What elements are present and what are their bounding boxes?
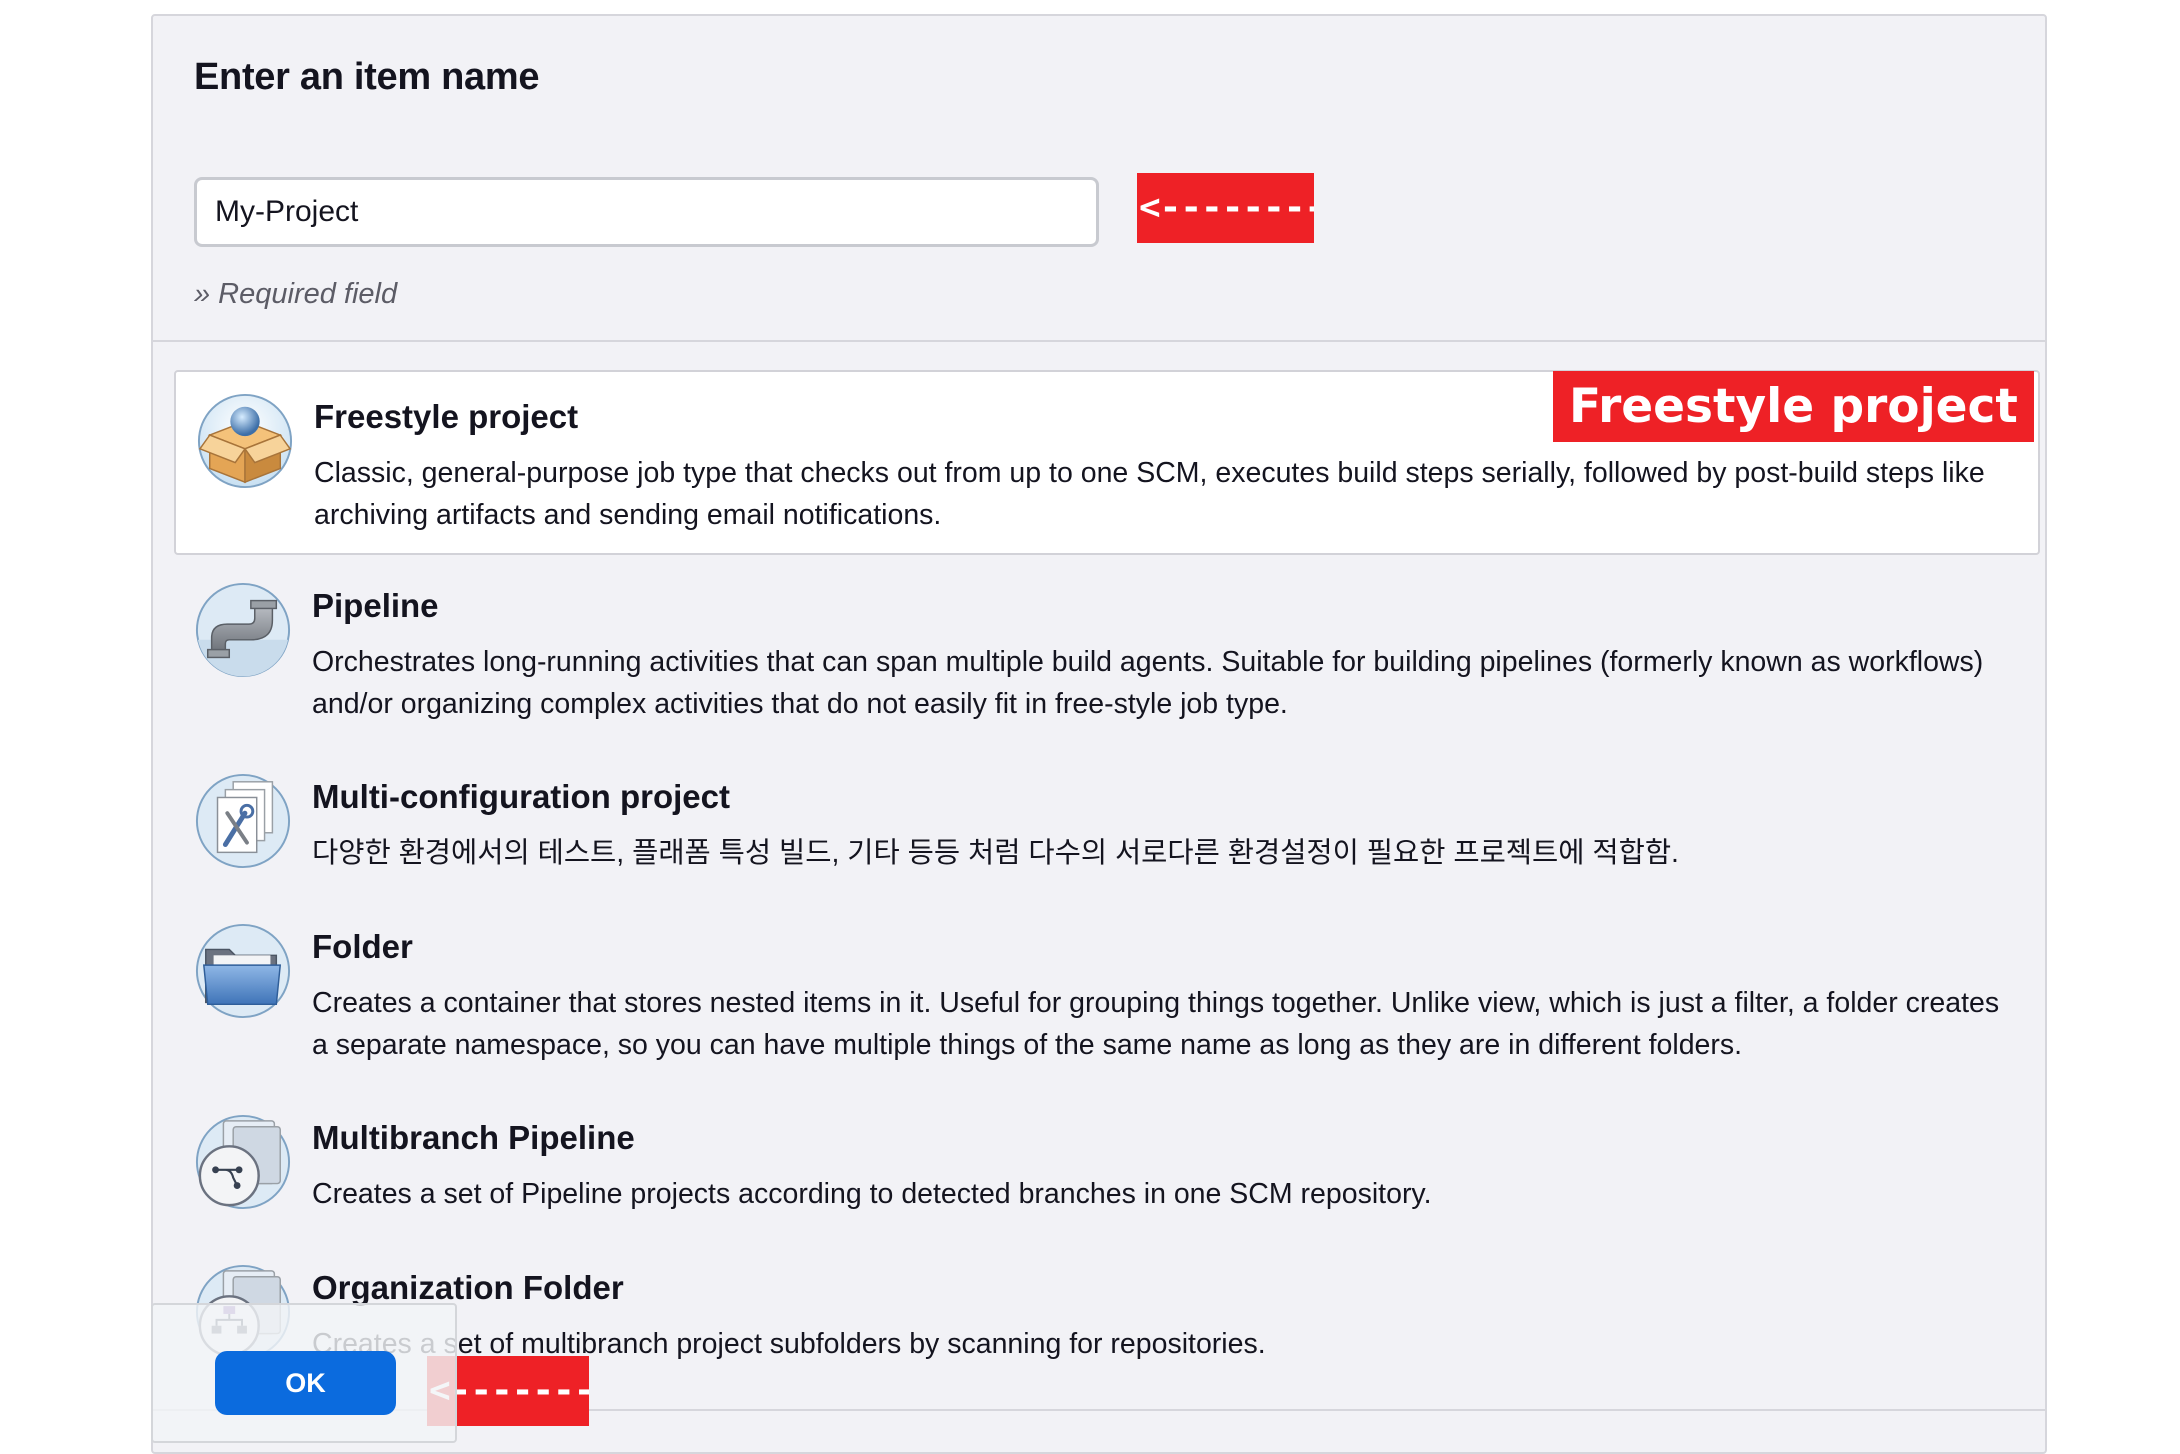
item-type-description: Orchestrates long-running activities tha…	[312, 646, 1984, 720]
item-name-annotation-arrow: <--------	[1137, 173, 1314, 243]
item-name-input[interactable]	[194, 177, 1099, 247]
pipe-icon	[195, 582, 291, 678]
multi-config-tools-icon	[195, 773, 291, 869]
branch-icon	[195, 1114, 291, 1210]
item-type-pipeline[interactable]: Pipeline Orchestrates long-running activ…	[174, 561, 2040, 746]
item-name-section: Enter an item name » Required field	[153, 16, 2045, 342]
item-type-description: Classic, general-purpose job type that c…	[314, 457, 1985, 531]
item-type-description: Creates a set of Pipeline projects accor…	[312, 1178, 1432, 1210]
required-field-hint: » Required field	[194, 278, 398, 310]
item-type-multi-configuration[interactable]: Multi-configuration project 다양한 환경에서의 테스…	[174, 752, 2040, 902]
folder-icon	[195, 923, 291, 1019]
freestyle-box-icon	[197, 393, 293, 489]
item-type-multibranch-pipeline[interactable]: Multibranch Pipeline Creates a set of Pi…	[174, 1093, 2040, 1243]
item-type-title: Folder	[312, 928, 413, 965]
selected-type-annotation-badge: Freestyle project	[1553, 371, 2034, 442]
item-type-description: Creates a container that stores nested i…	[312, 987, 2000, 1061]
page-title: Enter an item name	[194, 56, 540, 98]
new-item-form: Enter an item name » Required field	[151, 14, 2047, 1454]
item-type-title: Freestyle project	[314, 398, 579, 435]
item-type-folder[interactable]: Folder Creates a container that stores n…	[174, 902, 2040, 1087]
ok-button[interactable]: OK	[215, 1351, 396, 1415]
item-type-title: Pipeline	[312, 587, 439, 624]
item-type-title: Multi-configuration project	[312, 778, 730, 815]
item-type-title: Organization Folder	[312, 1269, 624, 1306]
item-type-description: 다양한 환경에서의 테스트, 플래폼 특성 빌드, 기타 등등 처럼 다수의 서…	[312, 837, 1679, 869]
item-type-title: Multibranch Pipeline	[312, 1119, 635, 1156]
